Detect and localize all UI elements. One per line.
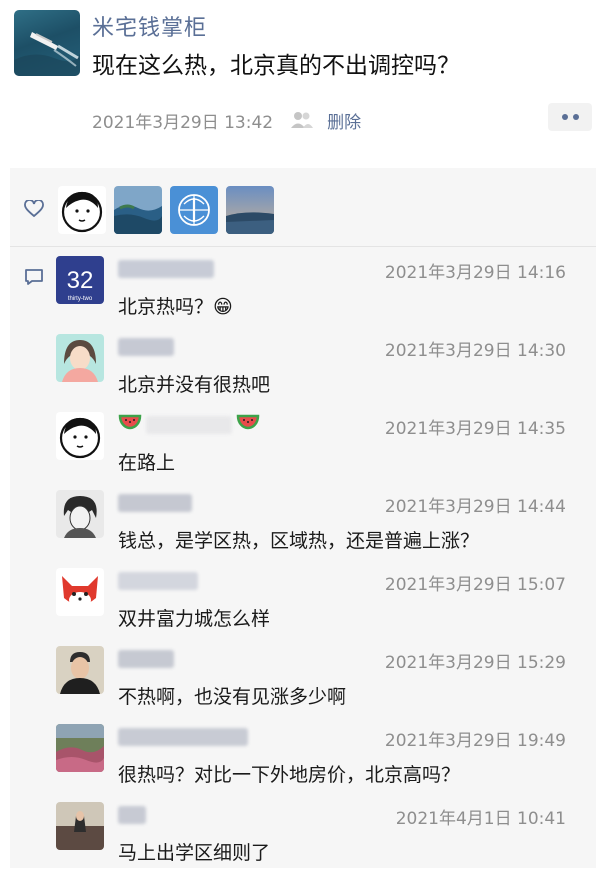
- more-dots-icon: [561, 114, 568, 120]
- comment-item: 2021年3月29日 15:07 双井富力城怎么样: [56, 568, 596, 646]
- like-avatar[interactable]: [226, 186, 274, 234]
- comment-item: 2021年3月29日 19:49 很热吗？对比一下外地房价，北京高吗？: [56, 724, 596, 802]
- comment-item: 32 thirty-two 2021年3月29日 14:16 北京热吗？😁: [56, 256, 596, 334]
- like-avatar[interactable]: [114, 186, 162, 234]
- watermelon-icon: [236, 414, 260, 430]
- post-meta: 2021年3月29日 13:42 删除: [92, 106, 361, 134]
- comment-item: 2021年3月29日 14:30 北京并没有很热吧: [56, 334, 596, 412]
- comment-text: 钱总，是学区热，区域热，还是普遍上涨？: [118, 530, 480, 552]
- commenter-avatar[interactable]: [56, 490, 104, 538]
- comment-text: 北京并没有很热吧: [118, 374, 271, 396]
- commenter-name[interactable]: [118, 338, 174, 356]
- comment-time: 2021年4月1日 10:41: [395, 809, 566, 829]
- commenter-avatar[interactable]: [56, 802, 104, 850]
- commenter-name[interactable]: [118, 260, 214, 278]
- comment-item: 2021年3月29日 14:44 钱总，是学区热，区域热，还是普遍上涨？: [56, 490, 596, 568]
- comment-time: 2021年3月29日 19:49: [384, 731, 566, 751]
- commenter-avatar[interactable]: [56, 646, 104, 694]
- comment-item: 2021年3月29日 14:35 在路上: [56, 412, 596, 490]
- heart-icon: [24, 200, 44, 218]
- comment-text: 双井富力城怎么样: [118, 608, 271, 630]
- like-avatar[interactable]: [58, 186, 106, 234]
- comment-time: 2021年3月29日 14:35: [384, 419, 566, 439]
- comment-item: 2021年4月1日 10:41 马上出学区细则了: [56, 802, 596, 880]
- commenter-name[interactable]: [118, 806, 146, 824]
- commenter-avatar[interactable]: 32 thirty-two: [56, 256, 104, 304]
- comment-text: 北京热吗？😁: [118, 296, 233, 318]
- likes-row: [10, 168, 596, 244]
- comment-text: 不热啊，也没有见涨多少啊: [118, 686, 347, 708]
- like-avatar[interactable]: [170, 186, 218, 234]
- comment-time: 2021年3月29日 15:07: [384, 575, 566, 595]
- commenter-name[interactable]: [146, 416, 232, 434]
- comment-text: 很热吗？对比一下外地房价，北京高吗？: [118, 764, 461, 786]
- svg-text:32: 32: [67, 267, 94, 294]
- svg-text:thirty-two: thirty-two: [68, 296, 93, 302]
- commenter-avatar[interactable]: [56, 568, 104, 616]
- watermelon-icon: [118, 414, 142, 430]
- comment-item: 2021年3月29日 15:29 不热啊，也没有见涨多少啊: [56, 646, 596, 724]
- comment-icon: [25, 269, 43, 285]
- people-icon[interactable]: [289, 110, 315, 130]
- comment-time: 2021年3月29日 14:44: [384, 497, 566, 517]
- comment-text: 马上出学区细则了: [118, 842, 271, 864]
- post-text: 现在这么热，北京真的不出调控吗？: [92, 53, 460, 79]
- comment-time: 2021年3月29日 14:30: [384, 341, 566, 361]
- delete-button[interactable]: 删除: [327, 108, 361, 133]
- poster-avatar[interactable]: [14, 10, 80, 76]
- divider: [10, 246, 596, 247]
- poster-name[interactable]: 米宅钱掌柜: [92, 10, 207, 42]
- comment-text: 在路上: [118, 452, 176, 474]
- commenter-avatar[interactable]: [56, 334, 104, 382]
- commenter-name[interactable]: [118, 650, 174, 668]
- commenter-name[interactable]: [118, 494, 192, 512]
- comment-time: 2021年3月29日 15:29: [384, 653, 566, 673]
- commenter-name[interactable]: [118, 572, 198, 590]
- post-time: 2021年3月29日 13:42: [92, 112, 274, 133]
- interaction-panel: 32 thirty-two 2021年3月29日 14:16 北京热吗？😁 20…: [10, 168, 596, 868]
- comment-time: 2021年3月29日 14:16: [384, 263, 566, 283]
- more-options-button[interactable]: [548, 103, 592, 131]
- commenter-name[interactable]: [118, 728, 248, 746]
- commenter-avatar[interactable]: [56, 412, 104, 460]
- commenter-avatar[interactable]: [56, 724, 104, 772]
